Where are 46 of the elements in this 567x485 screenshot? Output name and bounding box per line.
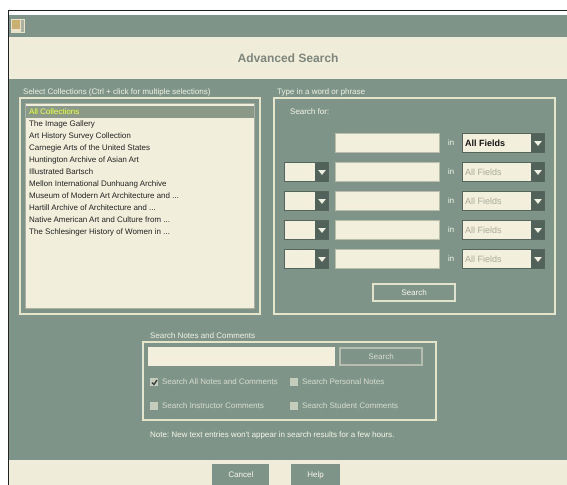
search-input[interactable]	[335, 162, 440, 182]
caret-icon	[318, 228, 326, 232]
in-label: in	[446, 195, 456, 207]
checkbox-label: Search Student Comments	[302, 400, 398, 412]
in-label: in	[446, 224, 456, 236]
list-item[interactable]: Native American Art and Culture from ...	[26, 214, 254, 226]
list-item[interactable]: Carnegie Arts of the United States	[26, 142, 254, 154]
list-item[interactable]: Art History Survey Collection	[26, 130, 254, 142]
caret-icon	[318, 198, 326, 204]
caret-icon	[534, 140, 542, 146]
search-input[interactable]	[335, 220, 440, 240]
group-label: Search Notes and Comments	[150, 331, 255, 341]
dropdown[interactable]	[284, 162, 329, 182]
search-input[interactable]	[335, 133, 440, 153]
caret-icon	[534, 256, 542, 262]
caret-icon	[534, 198, 542, 204]
dropdown[interactable]	[284, 191, 329, 211]
dropdown[interactable]	[284, 249, 329, 269]
checkbox-label: Search Personal Notes	[302, 376, 384, 388]
dropdown[interactable]: All Fields	[462, 133, 545, 153]
caret-icon	[318, 256, 326, 262]
app-icon	[11, 19, 25, 33]
group-label: Type in a word or phrase	[277, 87, 366, 97]
search-input[interactable]	[335, 249, 440, 269]
checkbox-label: Search All Notes and Comments	[162, 376, 278, 388]
group-label: Select Collections (Ctrl + click for multiple selections)	[23, 87, 212, 97]
notes-input[interactable]	[148, 347, 335, 366]
list-item[interactable]: The Image Gallery	[26, 118, 254, 130]
list-item[interactable]: Museum of Modern Art Architecture and ...	[26, 190, 254, 202]
caret-icon	[318, 170, 326, 174]
checkbox-label: Search Instructor Comments	[162, 400, 264, 412]
dropdown[interactable]	[284, 220, 329, 240]
note-text: Note: New text entries won't appear in search results for a few hours.	[150, 429, 394, 441]
list-item[interactable]: Hartill Archive of Architecture and ...	[26, 202, 254, 214]
search-for-label: Search for:	[290, 107, 330, 117]
in-label: in	[446, 253, 456, 265]
list-item[interactable]: Huntington Archive of Asian Art	[26, 154, 254, 166]
search-input[interactable]	[335, 191, 440, 211]
caret-icon	[534, 228, 542, 232]
dialog-title: Advanced Search	[238, 50, 338, 67]
in-label: in	[446, 166, 456, 178]
in-label: in	[446, 137, 456, 149]
list-item[interactable]: Mellon International Dunhuang Archive	[26, 178, 254, 190]
list-item[interactable]: Illustrated Bartsch	[26, 166, 254, 178]
caret-icon	[534, 170, 542, 174]
list-item[interactable]: The Schlesinger History of Women in ...	[26, 226, 254, 238]
